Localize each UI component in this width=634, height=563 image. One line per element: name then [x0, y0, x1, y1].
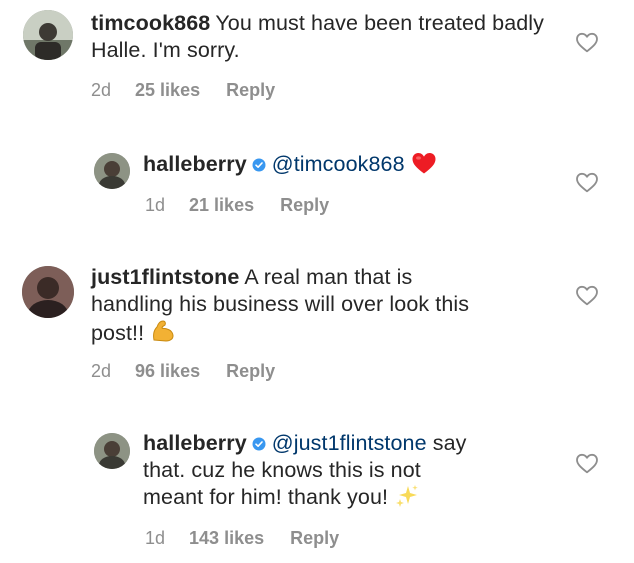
- comment-age: 2d: [91, 361, 112, 381]
- comment-username[interactable]: timcook868: [91, 11, 210, 35]
- avatar[interactable]: [22, 266, 74, 318]
- comment-body-line1: say: [432, 431, 467, 455]
- comment-meta: 2d 96 likes Reply: [91, 360, 275, 382]
- mention-link[interactable]: @timcook868: [272, 152, 405, 176]
- reply-button[interactable]: Reply: [226, 360, 275, 382]
- sparkles-icon: [394, 484, 420, 515]
- comment-text: halleberry @just1flintstone say that. cuz…: [143, 430, 563, 515]
- red-heart-icon: [411, 151, 437, 182]
- avatar-photo: [23, 10, 73, 60]
- comment-username[interactable]: halleberry: [143, 152, 247, 176]
- comment-body-line3: meant for him! thank you!: [143, 485, 389, 509]
- comment-body-line2: that. cuz he knows this is not: [143, 458, 421, 482]
- comment-likes[interactable]: 25 likes: [135, 79, 200, 101]
- like-heart-icon[interactable]: [575, 31, 599, 53]
- comment-body-line2: handling his business will over look thi…: [91, 292, 470, 316]
- comment-just1flintstone: just1flintstone A real man that is handli…: [0, 255, 634, 395]
- comment-text: timcook868 You must have been treated bad…: [91, 10, 561, 64]
- verified-badge-icon: [252, 158, 266, 172]
- reply-button[interactable]: Reply: [280, 194, 329, 216]
- comment-age: 1d: [145, 195, 166, 215]
- comment-timcook868: timcook868 You must have been treated bad…: [0, 0, 634, 120]
- comment-text: halleberry @timcook868: [143, 151, 563, 182]
- comment-age: 2d: [91, 80, 112, 100]
- comment-meta: 1d 143 likes Reply: [145, 527, 339, 549]
- avatar[interactable]: [94, 153, 130, 189]
- comment-body-line3: post!!: [91, 321, 145, 345]
- reply-halleberry-2: halleberry @just1flintstone say that. cuz…: [0, 420, 634, 563]
- mention-link[interactable]: @just1flintstone: [272, 431, 427, 455]
- avatar-photo: [94, 153, 130, 189]
- comment-meta: 2d 25 likes Reply: [91, 79, 275, 101]
- flexed-biceps-icon: [150, 318, 176, 351]
- reply-button[interactable]: Reply: [226, 79, 275, 101]
- comment-likes[interactable]: 96 likes: [135, 360, 200, 382]
- comment-likes[interactable]: 143 likes: [189, 527, 264, 549]
- comment-text: just1flintstone A real man that is handli…: [91, 264, 561, 351]
- reply-button[interactable]: Reply: [290, 527, 339, 549]
- avatar-photo: [94, 433, 130, 469]
- verified-badge-icon: [252, 437, 266, 451]
- comment-age: 1d: [145, 528, 166, 548]
- reply-halleberry-1: halleberry @timcook868 1d 21 likes Reply: [0, 140, 634, 240]
- avatar[interactable]: [23, 10, 73, 60]
- like-heart-icon[interactable]: [575, 284, 599, 306]
- like-heart-icon[interactable]: [575, 171, 599, 193]
- comment-meta: 1d 21 likes Reply: [145, 194, 329, 216]
- like-heart-icon[interactable]: [575, 452, 599, 474]
- comment-username[interactable]: just1flintstone: [91, 265, 239, 289]
- avatar[interactable]: [94, 433, 130, 469]
- avatar-photo: [22, 266, 74, 318]
- comment-body-line1: A real man that is: [244, 265, 413, 289]
- comments-list: timcook868 You must have been treated bad…: [0, 0, 634, 563]
- comment-likes[interactable]: 21 likes: [189, 194, 254, 216]
- comment-username[interactable]: halleberry: [143, 431, 247, 455]
